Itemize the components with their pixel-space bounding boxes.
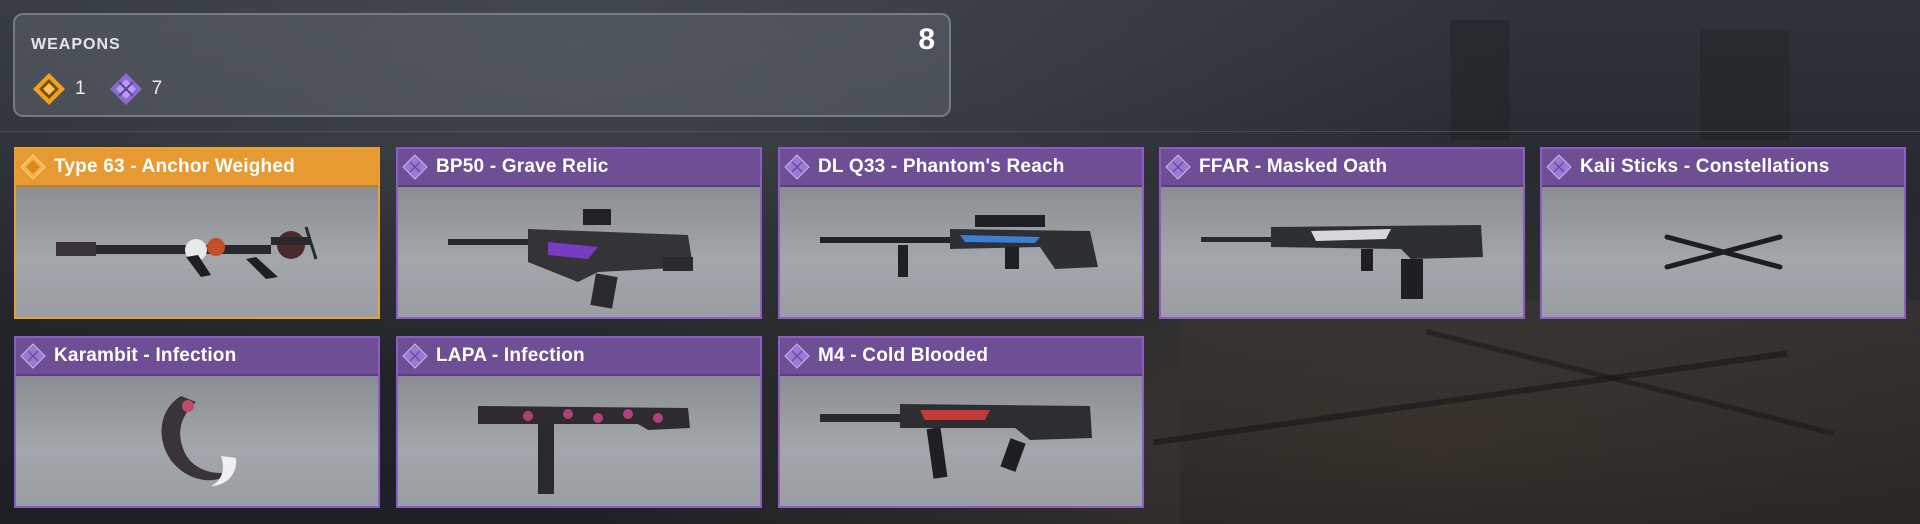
weapon-preview — [780, 187, 1142, 317]
weapons-summary-panel: WEAPONS 8 1 7 — [13, 13, 951, 117]
epic-rarity-icon — [108, 71, 144, 107]
weapon-name: M4 - Cold Blooded — [818, 345, 989, 366]
legendary-count: 1 — [75, 78, 86, 99]
epic-rarity-icon — [784, 343, 810, 369]
weapon-name: DL Q33 - Phantom's Reach — [818, 156, 1065, 177]
sniper-rifle-weapon-icon — [820, 215, 1098, 277]
legendary-rarity-icon — [31, 71, 67, 107]
smg-weapon-icon — [478, 406, 690, 494]
weapon-card[interactable]: DL Q33 - Phantom's Reach — [778, 147, 1144, 319]
weapon-name: FFAR - Masked Oath — [1199, 156, 1388, 177]
weapon-preview — [398, 187, 760, 317]
weapon-preview — [398, 376, 760, 506]
weapon-card-header: M4 - Cold Blooded — [780, 338, 1142, 376]
weapon-card[interactable]: Karambit - Infection — [14, 336, 380, 508]
weapon-preview — [1161, 187, 1523, 317]
weapon-name: BP50 - Grave Relic — [436, 156, 609, 177]
weapon-preview — [16, 376, 378, 506]
m4-rifle-weapon-icon — [820, 404, 1092, 479]
epic-rarity-icon — [402, 154, 428, 180]
weapon-card-header: LAPA - Infection — [398, 338, 760, 376]
epic-rarity-icon — [402, 343, 428, 369]
epic-rarity-icon — [784, 154, 810, 180]
weapon-card[interactable]: Type 63 - Anchor Weighed — [14, 147, 380, 319]
weapon-name: Kali Sticks - Constellations — [1580, 156, 1830, 177]
epic-rarity-icon — [1546, 154, 1572, 180]
background-building — [1700, 30, 1790, 140]
weapon-card-header: BP50 - Grave Relic — [398, 149, 760, 187]
kali-sticks-weapon-icon — [1664, 234, 1783, 270]
weapon-name: LAPA - Infection — [436, 345, 585, 366]
weapon-preview — [16, 187, 378, 317]
background-building — [1450, 20, 1510, 140]
weapon-name: Karambit - Infection — [54, 345, 237, 366]
weapon-card-header: Type 63 - Anchor Weighed — [16, 149, 378, 187]
epic-rarity-icon — [1165, 154, 1191, 180]
rifle-weapon-icon — [56, 226, 318, 279]
assault-rifle-weapon-icon — [1201, 225, 1483, 299]
weapon-card-header: Kali Sticks - Constellations — [1542, 149, 1904, 187]
weapon-card[interactable]: FFAR - Masked Oath — [1159, 147, 1525, 319]
weapon-preview — [1542, 187, 1904, 317]
weapon-preview — [780, 376, 1142, 506]
epic-rarity-icon — [20, 343, 46, 369]
weapon-card[interactable]: LAPA - Infection — [396, 336, 762, 508]
weapon-card-header: FFAR - Masked Oath — [1161, 149, 1523, 187]
weapon-card[interactable]: M4 - Cold Blooded — [778, 336, 1144, 508]
weapon-name: Type 63 - Anchor Weighed — [54, 156, 295, 177]
bullpup-rifle-weapon-icon — [448, 209, 693, 309]
background-helicopter-rotor — [1425, 329, 1835, 436]
weapon-card[interactable]: BP50 - Grave Relic — [396, 147, 762, 319]
legendary-rarity-icon — [20, 154, 46, 180]
weapon-card-header: DL Q33 - Phantom's Reach — [780, 149, 1142, 187]
rarity-breakdown: 1 7 — [31, 71, 184, 107]
summary-title: WEAPONS — [31, 36, 121, 53]
background-scene — [1180, 300, 1920, 524]
section-divider — [0, 131, 1920, 132]
weapon-card[interactable]: Kali Sticks - Constellations — [1540, 147, 1906, 319]
karambit-knife-icon — [161, 396, 237, 486]
weapon-card-header: Karambit - Infection — [16, 338, 378, 376]
weapons-total-count: 8 — [918, 23, 935, 56]
epic-count: 7 — [151, 78, 163, 99]
